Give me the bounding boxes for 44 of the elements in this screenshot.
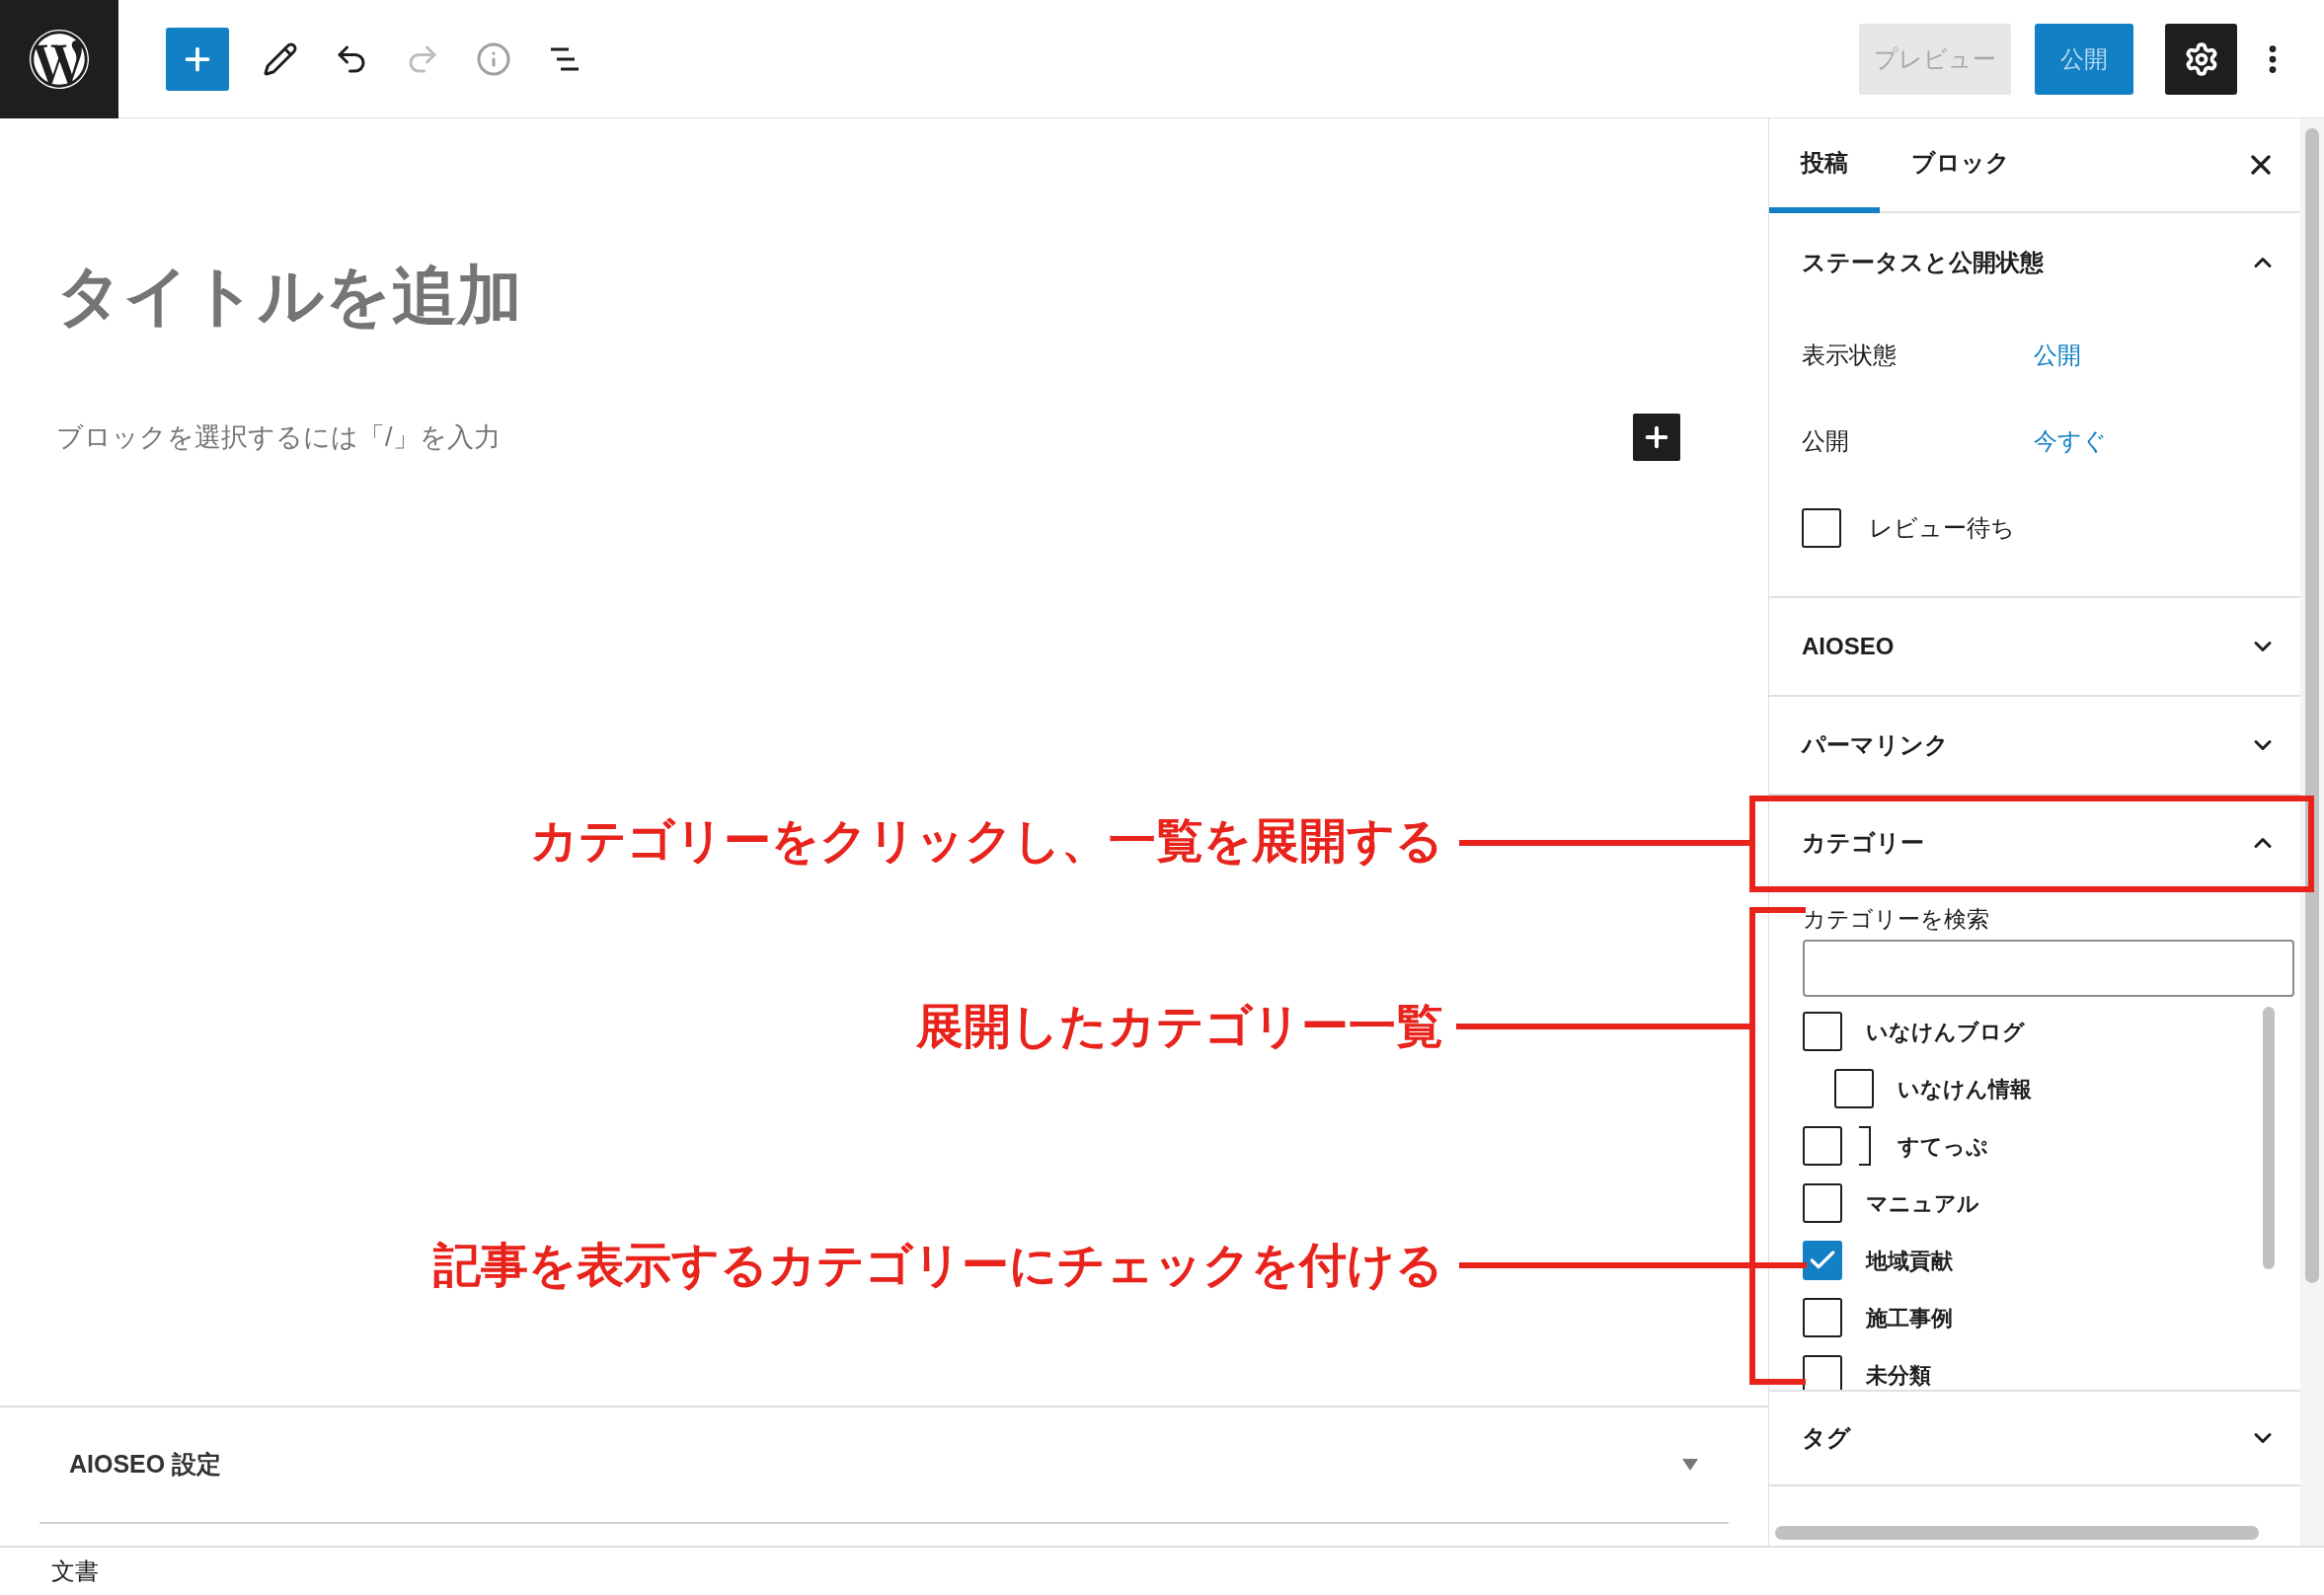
bracket-icon [1858,1126,1872,1166]
logo-tile[interactable] [0,0,118,118]
scrollbar-thumb[interactable] [2263,1007,2275,1269]
category-label: すてっぷ [1898,1132,1988,1161]
settings-button[interactable] [2165,23,2237,95]
category-label: マニュアル [1866,1189,1979,1218]
sidebar-tab[interactable]: ブロック [1880,118,2042,213]
field-label: 公開 [1802,425,1850,456]
panel-header[interactable]: タグ [1769,1390,2300,1486]
checkbox[interactable] [1803,1241,1842,1280]
checkbox[interactable] [1802,508,1841,548]
field-link[interactable]: 公開 [2034,337,2081,373]
panel-header[interactable]: カテゴリー [1769,796,2300,890]
pencil-icon[interactable] [263,40,298,77]
category-label: いなけん情報 [1898,1075,2032,1103]
breadcrumb[interactable]: 文書 [51,1554,99,1589]
category-label: 未分類 [1866,1361,1931,1390]
panel-header[interactable]: ステータスと公開状態 [1769,213,2300,312]
scrollbar-thumb[interactable] [2305,128,2319,1283]
annotation-text: 展開したカテゴリー一覧 [916,999,1443,1054]
block-prompt[interactable]: ブロックを選択するには「/」を入力 [56,417,501,458]
category-label: 施工事例 [1866,1304,1953,1332]
checkbox[interactable] [1803,1355,1842,1390]
category-label: いなけんブログ [1866,1018,2025,1046]
info-icon[interactable] [476,40,511,77]
checkbox[interactable] [1803,1298,1842,1337]
title-placeholder[interactable]: タイトルを追加 [56,257,1712,336]
field-label: 表示状態 [1802,340,1898,370]
sidebar-tab[interactable]: 投稿 [1769,118,1880,213]
scrollbar-thumb[interactable] [1775,1526,2259,1540]
checkbox-label: レビュー待ち [1869,513,2015,543]
metabox-header[interactable]: AIOSEO 設定 [39,1407,1729,1524]
checkbox[interactable] [1803,1183,1842,1223]
search-label: カテゴリーを検索 [1803,905,1990,934]
checkbox[interactable] [1803,1012,1842,1051]
add-block-button[interactable] [1633,414,1680,462]
checkbox[interactable] [1834,1069,1874,1108]
field-link[interactable]: 今すぐ [2034,422,2107,459]
search-field[interactable] [1803,940,2294,997]
logo-icon [29,28,90,90]
annotation-text: カテゴリーをクリックし、一覧を展開する [530,813,1443,869]
category-label: 地域貢献 [1866,1247,1953,1275]
annotation-text: 記事を表示するカテゴリーにチェックを付ける [433,1238,1443,1293]
checkbox[interactable] [1803,1126,1842,1166]
